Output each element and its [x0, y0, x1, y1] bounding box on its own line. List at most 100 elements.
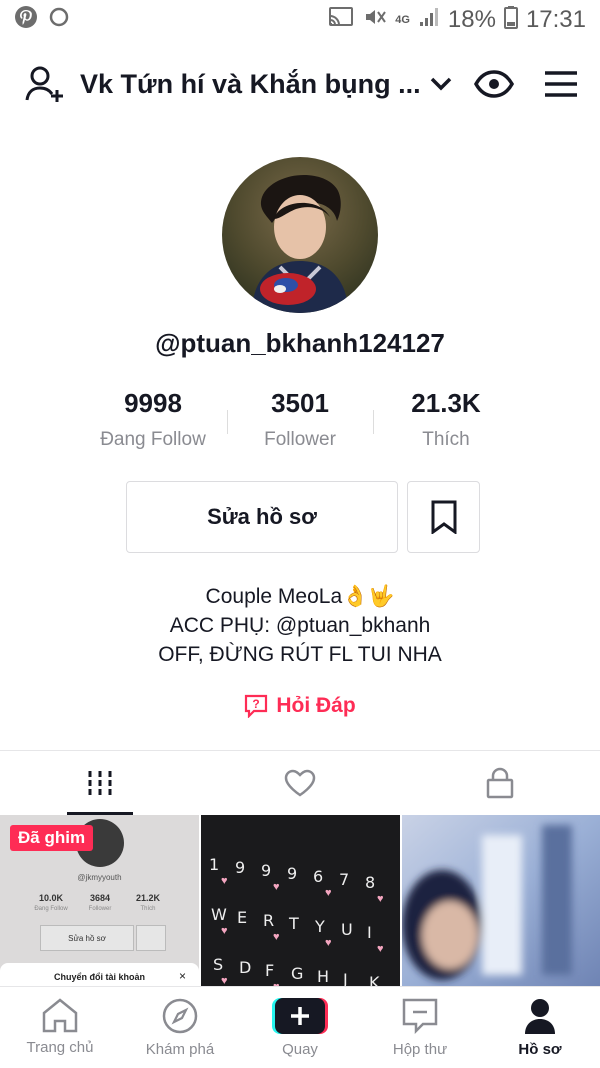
mini-stat-label: Đang Follow	[34, 906, 68, 912]
bookmark-icon	[430, 500, 458, 534]
keyboard-key: 8	[365, 873, 376, 892]
keyboard-key: R	[263, 911, 275, 930]
keyboard-key: E	[237, 908, 248, 927]
following-count: 9998	[124, 388, 182, 418]
keyboard-key: H	[317, 967, 330, 986]
lock-icon	[486, 767, 514, 799]
keyboard-key: 1	[209, 855, 220, 874]
stat-divider	[227, 410, 228, 434]
keyboard-key: G	[291, 964, 304, 983]
heart-sticker: ♥	[221, 875, 228, 887]
video-thumbnail[interactable]: @jkmyyouth 10.0K 3684 21.2K Đang Follow …	[0, 815, 199, 986]
home-icon	[40, 997, 80, 1033]
battery-percent: 18%	[447, 6, 496, 33]
mini-stat: 10.0K	[38, 893, 64, 903]
qa-link[interactable]: ? Hỏi Đáp	[0, 694, 600, 718]
keyboard-key: D	[239, 958, 252, 977]
video-grid: @jkmyyouth 10.0K 3684 21.2K Đang Follow …	[0, 815, 600, 986]
stat-likes[interactable]: 21.3K Thích	[366, 388, 526, 451]
nav-discover[interactable]: Khám phá	[120, 987, 240, 1068]
bio: Couple MeoLa👌🤟 ACC PHỤ: @ptuan_bkhanh OF…	[0, 582, 600, 669]
mute-icon	[363, 6, 387, 35]
qa-label: Hỏi Đáp	[276, 694, 356, 717]
keyboard-key: 9	[261, 861, 272, 880]
blurred-photo	[402, 815, 600, 986]
keyboard-key: 6	[313, 867, 324, 886]
keyboard-key: U	[341, 920, 353, 939]
circle-icon	[48, 6, 70, 35]
chevron-down-icon	[429, 76, 453, 92]
mini-handle: @jkmyyouth	[77, 873, 122, 882]
mini-bookmark	[136, 925, 166, 951]
question-icon: ?	[244, 694, 268, 718]
tab-private[interactable]	[400, 752, 600, 814]
nav-create[interactable]: Quay	[240, 987, 360, 1068]
heart-sticker: ♥	[377, 943, 384, 955]
nav-inbox-label: Hộp thư	[392, 1041, 448, 1058]
network-label: 4G	[395, 14, 410, 26]
close-icon: ×	[179, 969, 187, 983]
bio-line: OFF, ĐỪNG RÚT FL TUI NHA	[158, 643, 442, 666]
mini-sheet: Chuyển đổi tài khoản ×	[0, 963, 199, 986]
pinned-badge: Đã ghim	[10, 825, 94, 851]
bio-line: Couple MeoLa👌🤟	[205, 585, 395, 608]
mini-stat: 3684	[89, 893, 111, 903]
likes-label: Thích	[422, 429, 470, 450]
cast-icon	[327, 6, 355, 35]
profile-stats: 9998 Đang Follow 3501 Follower 21.3K Thí…	[0, 388, 600, 458]
keyboard-key: S	[213, 955, 224, 974]
tab-videos[interactable]	[0, 752, 200, 814]
mini-sheet-title: Chuyển đổi tài khoản	[53, 972, 145, 982]
keyboard-key: J	[343, 970, 348, 986]
account-title: Vk Tứn hí và Khắn bụng ...	[80, 68, 421, 99]
stat-following[interactable]: 9998 Đang Follow	[73, 388, 233, 451]
bio-line: ACC PHỤ: @ptuan_bkhanh	[169, 614, 431, 637]
nav-home-label: Trang chủ	[26, 1039, 94, 1056]
bookmark-button[interactable]	[407, 481, 480, 553]
battery-icon	[503, 5, 518, 36]
keyboard-key: Y	[315, 917, 325, 936]
plus-icon	[272, 997, 328, 1035]
video-thumbnail[interactable]	[402, 815, 600, 986]
keyboard-key: K	[369, 973, 380, 986]
bottom-navigation: Trang chủ Khám phá Quay Hộp thư Hồ sơ	[0, 986, 600, 1068]
keyboard-key: 9	[287, 864, 298, 883]
profile-header: Vk Tứn hí và Khắn bụng ...	[0, 56, 600, 112]
followers-count: 3501	[271, 388, 329, 418]
keyboard-key: I	[367, 923, 372, 942]
inbox-icon	[401, 997, 439, 1035]
heart-sticker: ♥	[221, 925, 228, 937]
heart-sticker: ♥	[325, 937, 332, 949]
heart-sticker: ♥	[273, 931, 280, 943]
heart-sticker: ♥	[273, 881, 280, 893]
nav-profile[interactable]: Hồ sơ	[480, 987, 600, 1068]
compass-icon	[161, 997, 199, 1035]
heart-sticker: ♥	[221, 975, 228, 986]
heart-sticker: ♥	[377, 893, 384, 905]
add-user-icon[interactable]	[24, 64, 66, 104]
edit-profile-button[interactable]: Sửa hồ sơ	[126, 481, 398, 553]
section-divider	[0, 750, 600, 751]
pinterest-icon	[14, 5, 38, 36]
eye-icon[interactable]	[474, 70, 514, 98]
mini-stat: 21.2K	[135, 893, 161, 903]
avatar[interactable]	[222, 157, 378, 313]
status-bar: 4G 18% 17:31	[0, 0, 600, 40]
keyboard-key: 9	[235, 858, 246, 877]
svg-text:?: ?	[253, 697, 260, 711]
grid-icon	[87, 769, 113, 797]
keyboard-key: T	[289, 914, 299, 933]
account-switcher[interactable]: Vk Tứn hí và Khắn bụng ...	[80, 69, 474, 100]
stat-followers[interactable]: 3501 Follower	[220, 388, 380, 451]
video-thumbnail[interactable]: 1♥99♥96♥78♥W♥ER♥TY♥UI♥S♥DF♥GH♥JK♥	[201, 815, 400, 986]
heart-sticker: ♥	[325, 887, 332, 899]
followers-label: Follower	[264, 429, 336, 450]
tab-liked[interactable]	[200, 752, 400, 814]
nav-discover-label: Khám phá	[145, 1041, 215, 1058]
username: @ptuan_bkhanh124127	[155, 328, 445, 358]
heart-icon	[284, 769, 316, 797]
menu-icon[interactable]	[544, 71, 578, 97]
nav-inbox[interactable]: Hộp thư	[360, 987, 480, 1068]
keyboard-key: F	[265, 961, 275, 980]
nav-home[interactable]: Trang chủ	[0, 987, 120, 1068]
